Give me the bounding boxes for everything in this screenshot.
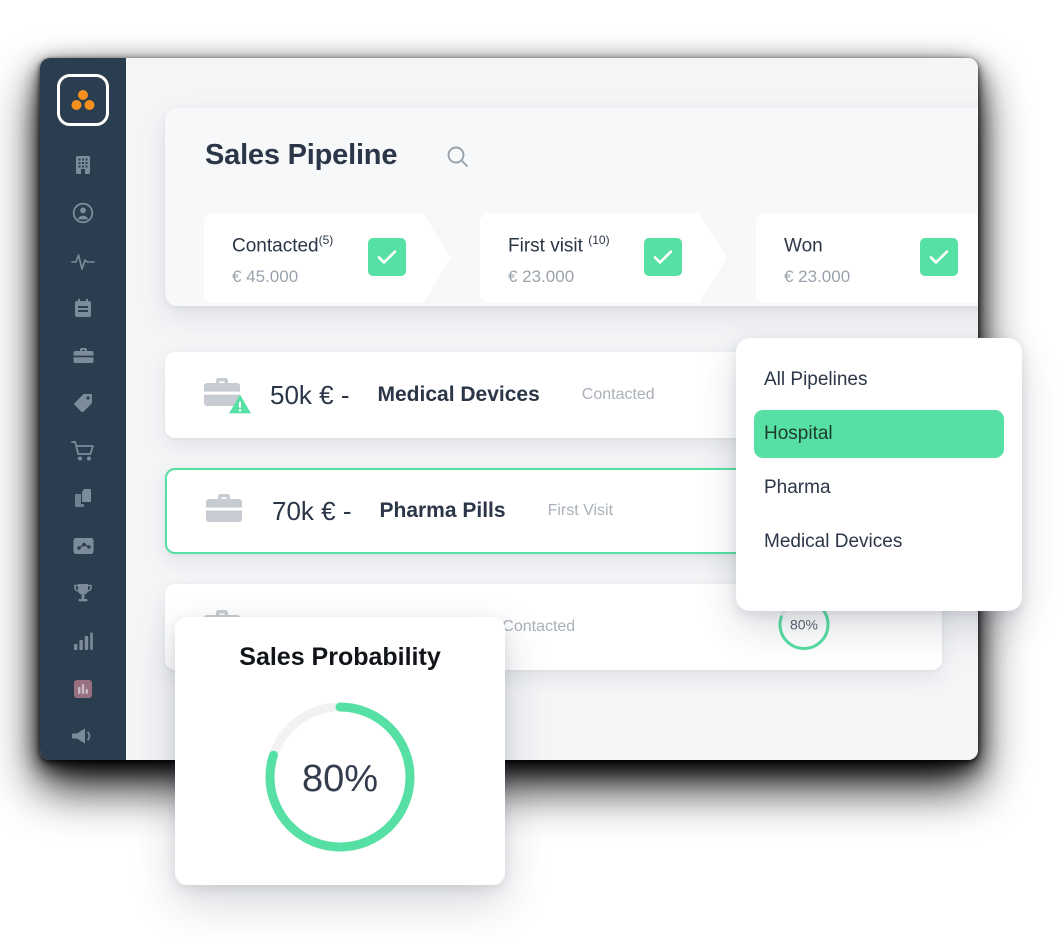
pipeline-header-card: Sales Pipeline Contacted(5) € 45.000 Fir…: [165, 108, 978, 306]
pipeline-dropdown-menu[interactable]: All Pipelines Hospital Pharma Medical De…: [736, 338, 1022, 611]
card-title: Sales Probability: [239, 643, 441, 671]
deal-name: Medical Devices: [377, 383, 540, 406]
stage-label: First visit (10): [508, 233, 610, 257]
trophy-icon[interactable]: [59, 570, 107, 618]
deal-stage: Contacted: [502, 618, 576, 635]
deal-amount: 70k € -: [272, 495, 352, 526]
dropdown-item-medical-devices[interactable]: Medical Devices: [754, 518, 1004, 566]
stage-card-contacted[interactable]: Contacted(5) € 45.000: [204, 213, 451, 303]
cart-icon[interactable]: [59, 427, 107, 475]
search-icon[interactable]: [445, 144, 471, 175]
stage-card-first-visit[interactable]: First visit (10) € 23.000: [480, 213, 727, 303]
briefcase-icon: [202, 373, 251, 417]
sales-probability-donut: 80%: [260, 697, 420, 862]
stage-label: Contacted(5): [232, 233, 334, 257]
bar-chart-icon[interactable]: [59, 617, 107, 665]
deal-name: Pharma Pills: [379, 499, 506, 522]
dropdown-item-hospital[interactable]: Hospital: [754, 410, 1004, 458]
dropdown-item-label: Pharma: [764, 477, 831, 498]
stage-amount: € 23.000: [508, 267, 575, 286]
building-icon[interactable]: [59, 142, 107, 190]
pipeline-stages: Contacted(5) € 45.000 First visit (10) €…: [204, 213, 978, 303]
stage-label: Won: [784, 235, 823, 257]
stage-amount: € 23.000: [784, 267, 851, 286]
dropdown-item-pharma[interactable]: Pharma: [754, 464, 1004, 512]
calendar-icon[interactable]: [59, 284, 107, 332]
stage-card-won[interactable]: Won € 23.000: [756, 213, 978, 303]
briefcase-icon: [204, 489, 250, 533]
three-dots-logo[interactable]: [57, 74, 109, 126]
donut-value-label: 80%: [302, 758, 378, 800]
dropdown-item-label: Medical Devices: [764, 531, 903, 552]
documents-icon[interactable]: [59, 475, 107, 523]
pulse-icon[interactable]: [59, 237, 107, 285]
stage-check-icon[interactable]: [920, 238, 958, 276]
warning-triangle-icon: [228, 393, 252, 420]
screenshot-root: Sales Pipeline Contacted(5) € 45.000 Fir…: [0, 0, 1064, 944]
probability-ring-label: 80%: [790, 617, 818, 633]
tag-icon[interactable]: [59, 379, 107, 427]
page-title: Sales Pipeline: [205, 139, 398, 171]
chart-highlight-icon[interactable]: [59, 665, 107, 713]
deal-amount: 50k € -: [270, 379, 350, 410]
person-icon[interactable]: [59, 189, 107, 237]
dropdown-item-label: Hospital: [764, 423, 833, 444]
briefcase-icon[interactable]: [59, 332, 107, 380]
megaphone-icon[interactable]: [59, 712, 107, 760]
chart-box-icon[interactable]: [59, 522, 107, 570]
stage-count: (10): [588, 233, 610, 247]
deal-stage: First Visit: [547, 502, 614, 519]
dropdown-item-label: All Pipelines: [764, 369, 868, 390]
sales-probability-card: Sales Probability 80%: [175, 617, 505, 885]
stage-amount: € 45.000: [232, 267, 299, 286]
stage-check-icon[interactable]: [368, 238, 406, 276]
sidebar: [40, 58, 126, 760]
stage-count: (5): [318, 233, 334, 247]
deal-stage: Contacted: [581, 386, 655, 403]
dropdown-item-all-pipelines[interactable]: All Pipelines: [754, 356, 1004, 404]
stage-check-icon[interactable]: [644, 238, 682, 276]
